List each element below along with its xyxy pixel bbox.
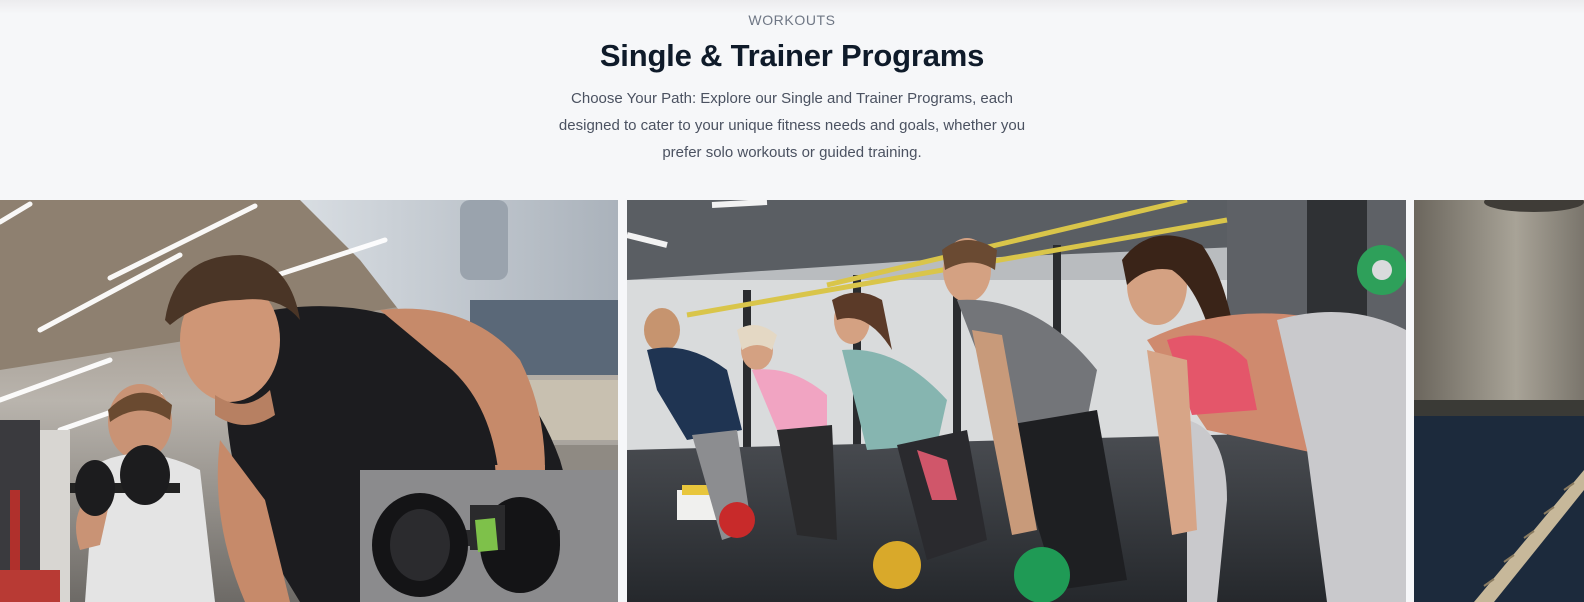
section-header: WORKOUTS Single & Trainer Programs Choos…: [0, 0, 1584, 200]
section-description: Choose Your Path: Explore our Single and…: [558, 90, 1026, 161]
section-title: Single & Trainer Programs: [599, 38, 985, 73]
workouts-section: WORKOUTS Single & Trainer Programs Choos…: [0, 0, 1584, 602]
program-card-trainer[interactable]: [627, 200, 1406, 602]
group-kettlebell-class-photo: [627, 200, 1406, 602]
battle-rope-photo: [1414, 200, 1584, 602]
program-gallery: [0, 200, 1584, 602]
section-eyebrow: WORKOUTS: [748, 12, 836, 28]
program-card-single[interactable]: [0, 200, 618, 602]
program-card-rope[interactable]: [1414, 200, 1584, 602]
gym-dumbbell-row-photo: [0, 200, 618, 602]
